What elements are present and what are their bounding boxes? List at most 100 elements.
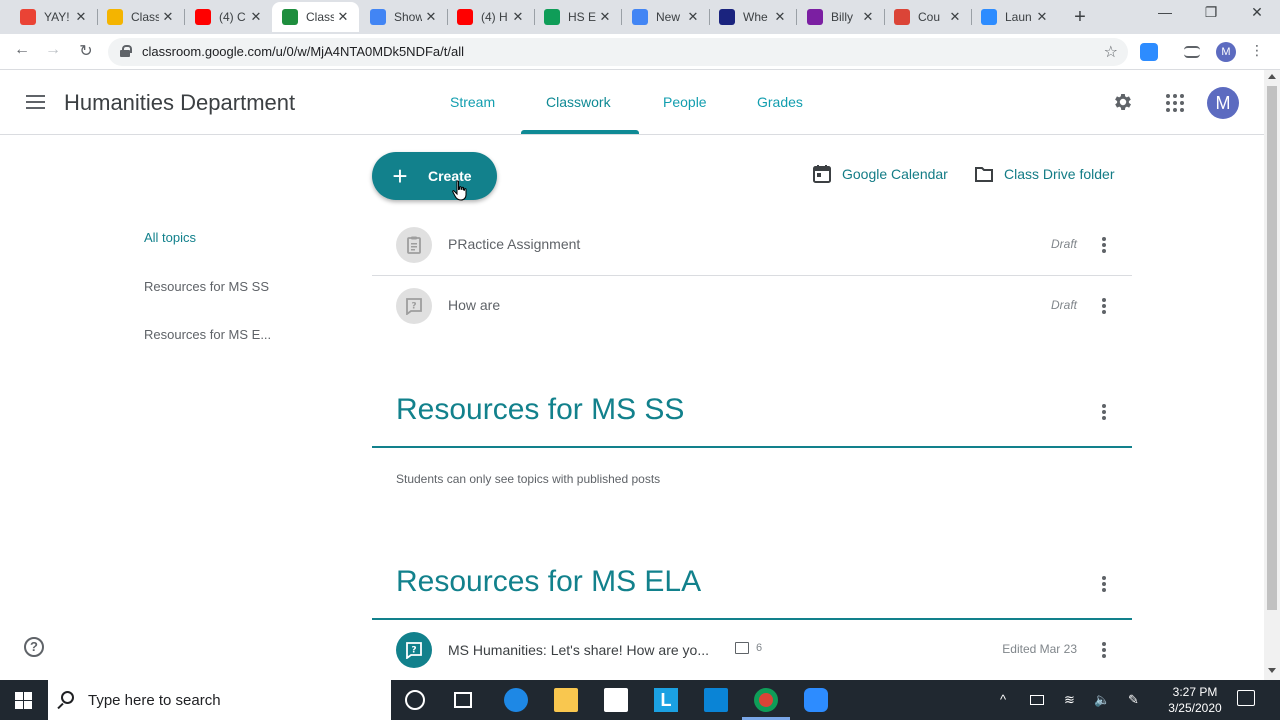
volume-icon[interactable]: 🔈	[1094, 692, 1110, 708]
tab-grades[interactable]: Grades	[757, 94, 803, 110]
google-calendar-link[interactable]: Google Calendar	[812, 164, 948, 184]
browser-tab[interactable]: New ✕	[622, 2, 709, 32]
cortana-icon[interactable]	[405, 690, 425, 710]
browser-tab[interactable]: Laun ✕	[971, 2, 1058, 32]
class-title[interactable]: Humanities Department	[64, 90, 295, 116]
browser-tab[interactable]: (4) C ✕	[185, 2, 272, 32]
google-apps-icon[interactable]	[1166, 94, 1184, 112]
vectorworks-icon	[719, 9, 735, 25]
show-hidden-icons-icon[interactable]: ^	[1000, 692, 1006, 707]
close-window-button[interactable]: ✕	[1242, 4, 1272, 21]
topic-heading-ms-ss[interactable]: Resources for MS SS	[396, 393, 684, 427]
restore-button[interactable]: ❐	[1196, 4, 1226, 21]
close-tab-icon[interactable]: ✕	[160, 9, 176, 25]
main-menu-icon[interactable]	[26, 95, 45, 109]
user-avatar[interactable]: M	[1207, 87, 1239, 119]
taskbar-clock[interactable]: 3:27 PM 3/25/2020	[1150, 684, 1240, 716]
classwork-item[interactable]: ? MS Humanities: Let's share! How are yo…	[372, 620, 1132, 680]
zoom-icon[interactable]	[804, 688, 828, 712]
page-scrollbar[interactable]	[1264, 70, 1280, 680]
clock-time: 3:27 PM	[1172, 685, 1218, 699]
close-tab-icon[interactable]: ✕	[947, 9, 963, 25]
forward-icon[interactable]: →	[42, 41, 64, 59]
browser-tab-title: (4) C	[219, 10, 246, 24]
file-explorer-icon[interactable]	[554, 688, 578, 712]
browser-tab[interactable]: Whe ✕	[709, 2, 796, 32]
minimize-button[interactable]: —	[1150, 4, 1180, 20]
browser-tab[interactable]: Cou ✕	[884, 2, 971, 32]
browser-tab[interactable]: YAY! ✕	[10, 2, 97, 32]
browser-toolbar: ← → ↻ classroom.google.com/u/0/w/MjA4NTA…	[0, 34, 1280, 70]
close-tab-icon[interactable]: ✕	[597, 9, 613, 25]
classwork-item[interactable]: PRactice Assignment Draft	[372, 215, 1132, 276]
zoom-extension-icon[interactable]	[1140, 43, 1158, 61]
store-icon[interactable]	[604, 688, 628, 712]
browser-tab[interactable]: (4) H ✕	[447, 2, 534, 32]
item-title[interactable]: PRactice Assignment	[448, 236, 580, 252]
close-tab-icon[interactable]: ✕	[248, 9, 264, 25]
close-tab-icon[interactable]: ✕	[860, 9, 876, 25]
close-tab-icon[interactable]: ✕	[73, 9, 89, 25]
item-title[interactable]: MS Humanities: Let's share! How are yo..…	[448, 642, 709, 658]
close-tab-icon[interactable]: ✕	[423, 9, 439, 25]
browser-tab-strip: YAY!✕Classroom✕(4) C✕Classwork✕Show✕(4) …	[0, 0, 1280, 34]
topic-more-options-icon[interactable]	[1102, 404, 1106, 420]
item-more-options-icon[interactable]	[1102, 237, 1106, 253]
tab-classwork[interactable]: Classwork	[546, 94, 611, 110]
item-status: Edited Mar 23	[1002, 642, 1077, 656]
item-more-options-icon[interactable]	[1102, 298, 1106, 314]
class-drive-folder-link[interactable]: Class Drive folder	[974, 164, 1114, 184]
help-icon[interactable]: ?	[24, 637, 44, 657]
topic-divider	[372, 446, 1132, 448]
battery-icon[interactable]	[1030, 695, 1044, 705]
back-icon[interactable]: ←	[11, 41, 33, 59]
tab-stream[interactable]: Stream	[450, 94, 495, 110]
settings-gear-icon[interactable]	[1112, 91, 1134, 113]
close-tab-icon[interactable]: ✕	[1034, 9, 1050, 25]
chrome-icon[interactable]	[754, 688, 778, 712]
create-button[interactable]: + Create	[372, 152, 497, 200]
course-icon	[894, 9, 910, 25]
clock-date: 3/25/2020	[1168, 701, 1222, 715]
classwork-item[interactable]: ? How are Draft	[372, 276, 1132, 337]
edge-icon[interactable]	[504, 688, 528, 712]
topic-heading-ms-ela[interactable]: Resources for MS ELA	[396, 565, 701, 599]
browser-tab[interactable]: HS E ✕	[534, 2, 621, 32]
new-tab-button[interactable]: +	[1070, 6, 1090, 29]
browser-tab[interactable]: Billy ✕	[797, 2, 884, 32]
taskbar-search-box[interactable]: Type here to search	[48, 680, 391, 720]
topic-all[interactable]: All topics	[144, 230, 196, 245]
url-text[interactable]: classroom.google.com/u/0/w/MjA4NTA0MDk5N…	[142, 44, 464, 59]
browser-tab[interactable]: Show ✕	[360, 2, 447, 32]
browser-menu-icon[interactable]: ⋮	[1250, 42, 1264, 59]
task-view-icon[interactable]	[454, 692, 472, 708]
item-title[interactable]: How are	[448, 297, 500, 313]
close-tab-icon[interactable]: ✕	[685, 9, 701, 25]
bookmark-star-icon[interactable]: ☆	[1104, 42, 1118, 62]
topic-ms-ela[interactable]: Resources for MS E...	[144, 327, 271, 342]
pen-icon[interactable]: ✎	[1128, 692, 1139, 708]
browser-tab[interactable]: Classroom✕	[97, 2, 184, 32]
scroll-down-arrow-icon[interactable]	[1268, 668, 1276, 673]
close-tab-icon[interactable]: ✕	[772, 9, 788, 25]
scroll-up-arrow-icon[interactable]	[1268, 74, 1276, 79]
scroll-thumb[interactable]	[1267, 86, 1277, 610]
reload-icon[interactable]: ↻	[75, 41, 97, 61]
browser-profile-avatar[interactable]: M	[1216, 42, 1236, 62]
comment-count: 6	[735, 642, 762, 654]
browser-tab[interactable]: Classwork✕	[272, 2, 359, 32]
windows-start-icon[interactable]	[15, 692, 32, 709]
address-bar[interactable]: classroom.google.com/u/0/w/MjA4NTA0MDk5N…	[108, 38, 1128, 66]
media-controls-icon[interactable]	[1184, 46, 1200, 58]
youtube-icon	[195, 9, 211, 25]
notifications-icon[interactable]	[1237, 690, 1255, 706]
tab-people[interactable]: People	[663, 94, 707, 110]
item-more-options-icon[interactable]	[1102, 642, 1106, 658]
topic-more-options-icon[interactable]	[1102, 576, 1106, 592]
topic-ms-ss[interactable]: Resources for MS SS	[144, 279, 269, 294]
mail-icon[interactable]	[704, 688, 728, 712]
wifi-icon[interactable]: ≋	[1064, 692, 1075, 708]
close-tab-icon[interactable]: ✕	[335, 9, 351, 25]
lync-icon[interactable]: L	[654, 688, 678, 712]
close-tab-icon[interactable]: ✕	[510, 9, 526, 25]
